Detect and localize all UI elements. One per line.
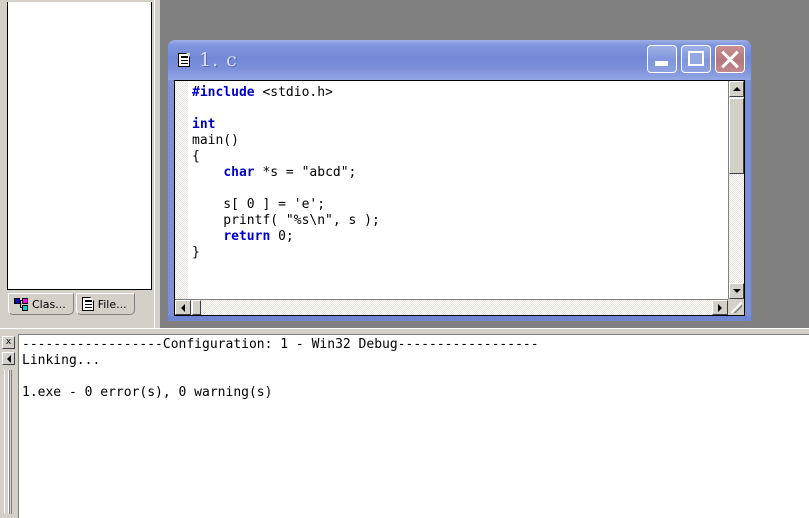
scroll-left-button[interactable] [175,300,191,315]
output-scroll-left-button[interactable] [2,352,15,365]
arrow-down-icon [732,289,741,293]
scroll-up-button[interactable] [729,81,744,97]
code-line: main() [192,133,239,148]
workspace-left-edge [0,0,6,328]
code-line: s[ 0 ] = 'e'; [192,197,326,212]
document-icon [81,297,94,311]
arrow-left-icon [6,354,11,363]
editor-horizontal-scrollbar[interactable] [175,299,728,315]
code-line: } [192,245,200,260]
workspace-panel: Clas... File... [0,0,160,328]
close-button[interactable] [715,45,745,73]
child-window-bottom-edge [168,316,751,321]
editor-selection-margin[interactable] [175,81,188,315]
window-controls [647,45,745,73]
vc6-ide-window: Clas... File... 1. c #include <stdio.h> … [0,0,809,518]
scroll-right-button[interactable] [712,300,728,315]
window-resize-grip[interactable] [728,299,744,315]
output-splitter-grip[interactable] [4,370,12,514]
tab-file-view-label: File... [97,297,127,311]
output-line: 1.exe - 0 error(s), 0 warning(s) [22,385,273,400]
maximize-button[interactable] [681,45,711,73]
child-window-title: 1. c [199,48,238,71]
source-code-text[interactable]: #include <stdio.h> int main(){ char *s = … [188,81,728,299]
classview-icon [14,297,28,311]
workspace-tree-view[interactable] [7,2,152,290]
code-line: int [192,117,216,132]
arrow-up-icon [732,87,741,91]
output-line: Linking... [22,353,101,368]
vertical-scroll-thumb[interactable] [729,98,744,174]
scroll-down-button[interactable] [729,283,744,299]
output-gutter: x [0,334,18,518]
editor-vertical-scrollbar[interactable] [728,81,744,299]
tab-file-view[interactable]: File... [75,293,135,315]
code-editor[interactable]: #include <stdio.h> int main(){ char *s = … [174,80,745,316]
minimize-button[interactable] [647,45,677,73]
arrow-right-icon [718,303,722,312]
code-line: return 0; [223,229,294,244]
build-output-text[interactable]: ------------------Configuration: 1 - Win… [18,334,809,518]
code-line: #include <stdio.h> [192,85,333,100]
tab-class-view-label: Clas... [32,297,66,311]
output-close-button[interactable]: x [2,336,15,349]
code-line: { [192,149,200,164]
code-line: char *s = "abcd"; [223,165,357,180]
tab-class-view[interactable]: Clas... [8,293,74,315]
minimize-icon [655,61,668,66]
horizontal-scroll-thumb[interactable] [192,300,201,315]
code-line: printf( "%s\n", s ); [192,213,380,228]
source-child-window: 1. c #include <stdio.h> int main(){ char … [168,40,751,321]
output-pane: x ------------------Configuration: 1 - W… [0,334,809,518]
document-icon [178,53,190,67]
maximize-icon [688,51,704,66]
arrow-left-icon [181,303,185,312]
workspace-tab-strip: Clas... File... [8,293,137,317]
output-line: ------------------Configuration: 1 - Win… [22,337,539,352]
child-window-titlebar[interactable]: 1. c [168,40,751,80]
